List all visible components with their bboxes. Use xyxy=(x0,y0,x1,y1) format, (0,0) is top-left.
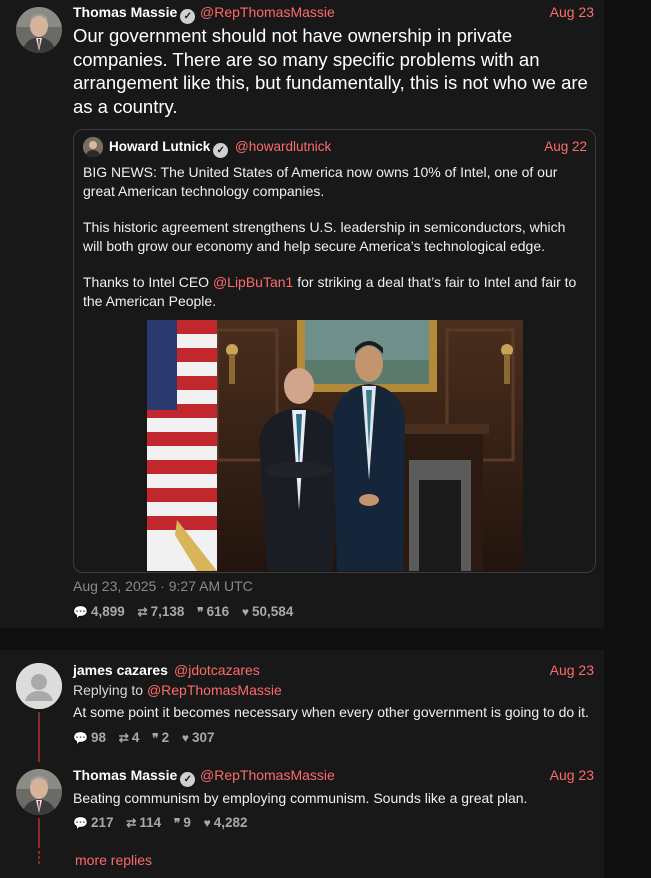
retweet-count[interactable]: ⇄ 114 xyxy=(126,815,161,830)
quoted-paragraph: Thanks to Intel CEO @LipBuTan1 for strik… xyxy=(83,273,588,310)
reply-author-avatar[interactable] xyxy=(16,663,62,709)
retweet-count[interactable]: ⇄ 4 xyxy=(119,730,140,745)
heart-icon: ♥ xyxy=(241,605,250,619)
replying-to: Replying to @RepThomasMassie xyxy=(73,682,282,698)
quote-count-value: 9 xyxy=(183,815,191,830)
reply-author-avatar[interactable] xyxy=(16,769,62,815)
retweet-icon: ⇄ xyxy=(118,731,129,745)
thread-connector xyxy=(38,712,40,762)
author-name[interactable]: Thomas Massie ✓ xyxy=(73,4,196,24)
like-count[interactable]: ♥ 307 xyxy=(182,730,215,745)
replying-to-label: Replying to xyxy=(73,682,147,698)
verified-badge-icon: ✓ xyxy=(180,9,196,24)
post-date[interactable]: Aug 23 xyxy=(550,4,594,20)
reply-count[interactable]: 💬 98 xyxy=(73,730,106,745)
post-timestamp[interactable]: Aug 23, 2025 · 9:27 AM UTC xyxy=(73,578,253,594)
reply-date[interactable]: Aug 23 xyxy=(550,662,594,678)
reply-count[interactable]: 💬 4,899 xyxy=(73,604,125,619)
quoted-author-name-text: Howard Lutnick xyxy=(109,139,211,154)
reply-text: At some point it becomes necessary when … xyxy=(73,704,589,720)
quote-icon: ❞ xyxy=(197,605,204,619)
reply-count[interactable]: 💬 217 xyxy=(73,815,113,830)
like-count[interactable]: ♥ 50,584 xyxy=(242,604,293,619)
reply-author-name-text: Thomas Massie xyxy=(73,767,178,783)
more-replies-link[interactable]: more replies xyxy=(75,852,152,868)
retweet-icon: ⇄ xyxy=(126,816,137,830)
reply-author-name[interactable]: Thomas Massie ✓ xyxy=(73,767,196,787)
author-name-text: Thomas Massie xyxy=(73,4,178,20)
comment-icon: 💬 xyxy=(73,605,88,619)
author-handle[interactable]: @RepThomasMassie xyxy=(200,4,335,20)
replying-to-link[interactable]: @RepThomasMassie xyxy=(147,682,282,698)
quoted-post[interactable]: Howard Lutnick ✓ @howardlutnick Aug 22 BI… xyxy=(73,129,596,573)
mention-link[interactable]: @LipBuTan1 xyxy=(213,274,293,290)
quoted-text-span: Thanks to Intel CEO xyxy=(83,274,213,290)
quoted-photo[interactable] xyxy=(147,320,523,571)
retweet-count-value: 7,138 xyxy=(150,604,185,619)
like-count[interactable]: ♥ 4,282 xyxy=(204,815,248,830)
retweet-count[interactable]: ⇄ 7,138 xyxy=(138,604,185,619)
thread-continuation-dots xyxy=(38,851,40,865)
quoted-paragraph: BIG NEWS: The United States of America n… xyxy=(83,164,558,199)
verified-badge-icon: ✓ xyxy=(180,772,196,787)
retweet-count-value: 114 xyxy=(139,815,162,830)
quote-count[interactable]: ❞ 9 xyxy=(174,815,191,830)
reply-text: Beating communism by employing communism… xyxy=(73,790,528,806)
reply-stats: 💬 98 ⇄ 4 ❞ 2 ♥ 307 xyxy=(73,730,224,745)
thread-connector xyxy=(38,818,40,848)
author-avatar[interactable] xyxy=(16,7,62,53)
quote-count[interactable]: ❞ 2 xyxy=(152,730,169,745)
reply-count-value: 4,899 xyxy=(90,604,125,619)
quoted-author-name[interactable]: Howard Lutnick ✓ xyxy=(109,139,229,158)
quoted-author-handle[interactable]: @howardlutnick xyxy=(235,139,331,154)
quote-icon: ❞ xyxy=(173,816,181,830)
quoted-author-avatar[interactable] xyxy=(83,137,103,157)
like-count-value: 50,584 xyxy=(252,604,294,619)
retweet-icon: ⇄ xyxy=(137,605,148,619)
reply-date[interactable]: Aug 23 xyxy=(550,767,594,783)
reply-count-value: 217 xyxy=(90,815,114,830)
verified-badge-icon: ✓ xyxy=(213,143,229,158)
reply-author-handle[interactable]: @RepThomasMassie xyxy=(200,767,335,783)
retweet-count-value: 4 xyxy=(131,730,140,745)
reply-stats: 💬 217 ⇄ 114 ❞ 9 ♥ 4,282 xyxy=(73,815,257,830)
quoted-post-date[interactable]: Aug 22 xyxy=(544,139,587,154)
quote-count[interactable]: ❞ 616 xyxy=(197,604,229,619)
comment-icon: 💬 xyxy=(73,731,88,745)
heart-icon: ♥ xyxy=(203,816,211,830)
heart-icon: ♥ xyxy=(181,731,189,745)
like-count-value: 307 xyxy=(191,730,215,745)
reply-count-value: 98 xyxy=(90,730,106,745)
quote-icon: ❞ xyxy=(152,731,159,745)
quoted-paragraph: This historic agreement strengthens U.S.… xyxy=(83,219,566,254)
post-stats: 💬 4,899 ⇄ 7,138 ❞ 616 ♥ 50,584 xyxy=(73,604,302,619)
reply-author-handle[interactable]: @jdotcazares xyxy=(174,662,260,678)
like-count-value: 4,282 xyxy=(213,815,248,830)
reply-author-name[interactable]: james cazares xyxy=(73,662,168,678)
comment-icon: 💬 xyxy=(73,816,88,830)
post-text: Our government should not have ownership… xyxy=(73,25,588,117)
quoted-post-text: BIG NEWS: The United States of America n… xyxy=(83,163,588,328)
main-post: Thomas Massie ✓ @RepThomasMassie Aug 23 O… xyxy=(0,0,604,628)
quote-count-value: 2 xyxy=(161,730,170,745)
quote-count-value: 616 xyxy=(206,604,230,619)
